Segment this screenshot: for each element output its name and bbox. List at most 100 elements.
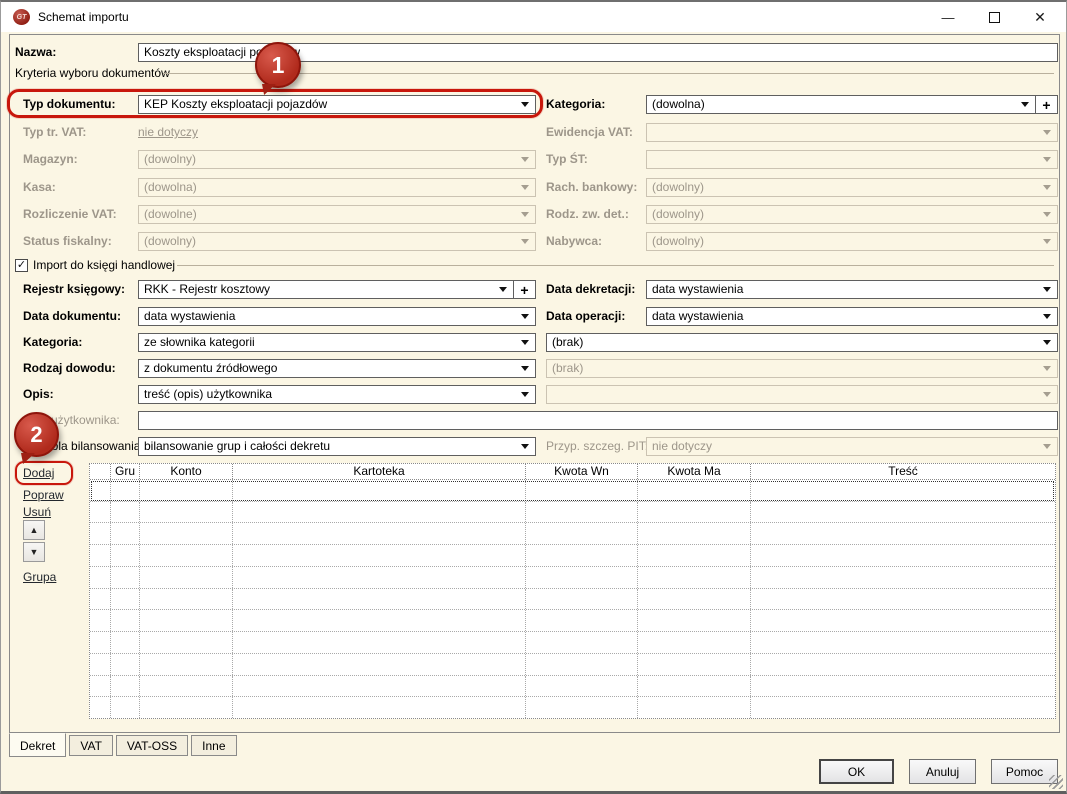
table-row[interactable]: [90, 523, 1055, 545]
kategoria-add-button[interactable]: +: [1035, 96, 1057, 113]
status-fiskalny-value: (dowolny): [139, 233, 521, 250]
app-logo-icon: GT: [13, 9, 30, 25]
move-down-button[interactable]: ▼: [23, 542, 45, 562]
chevron-down-icon: [1043, 314, 1051, 319]
kontrola-bilansowania-combobox[interactable]: bilansowanie grup i całości dekretu: [138, 437, 536, 456]
data-dokumentu-combobox[interactable]: data wystawienia: [138, 307, 536, 326]
popraw-link[interactable]: Popraw: [23, 488, 64, 503]
nabywca-combobox: (dowolny): [646, 232, 1058, 251]
kryteria-section-label: Kryteria wyboru dokumentów: [15, 64, 170, 83]
kategoria-ks-label: Kategoria:: [23, 333, 82, 352]
highlight-rect-typ-dokumentu: [7, 89, 543, 118]
rozliczenie-vat-label: Rozliczenie VAT:: [23, 205, 117, 224]
table-row[interactable]: [90, 676, 1055, 698]
decree-table: Gru Konto Kartoteka Kwota Wn Kwota Ma Tr…: [89, 463, 1056, 719]
decree-table-body: [90, 480, 1055, 718]
tab-inne[interactable]: Inne: [191, 735, 236, 756]
data-dokumentu-value: data wystawienia: [139, 308, 521, 325]
down-arrow-icon: ▼: [30, 547, 39, 557]
chevron-down-icon: [1043, 157, 1051, 162]
chevron-down-icon: [521, 212, 529, 217]
kategoria-ks-combobox[interactable]: ze słownika kategorii: [138, 333, 536, 352]
table-row[interactable]: [90, 610, 1055, 632]
chevron-down-icon: [521, 340, 529, 345]
chevron-down-icon: [521, 185, 529, 190]
tab-vat-oss[interactable]: VAT-OSS: [116, 735, 188, 756]
data-operacji-value: data wystawienia: [647, 308, 1043, 325]
magazyn-label: Magazyn:: [23, 150, 78, 169]
ok-button[interactable]: OK: [819, 759, 894, 784]
rodz-zw-det-combobox: (dowolny): [646, 205, 1058, 224]
data-dekretacji-combobox[interactable]: data wystawienia: [646, 280, 1058, 299]
col-header-kwota-ma: Kwota Ma: [638, 464, 751, 479]
chevron-down-icon: [1043, 366, 1051, 371]
rodzaj-brak-combobox: (brak): [546, 359, 1058, 378]
magazyn-combobox: (dowolny): [138, 150, 536, 169]
minimize-icon: —: [942, 10, 955, 25]
table-row[interactable]: [90, 567, 1055, 589]
resize-grip[interactable]: [1049, 775, 1063, 789]
col-header-konto: Konto: [140, 464, 233, 479]
table-row[interactable]: [90, 545, 1055, 567]
schemat-importu-dialog: GT Schemat importu — ✕ Nazwa: Koszty eks…: [0, 0, 1067, 794]
tab-dekret[interactable]: Dekret: [9, 733, 66, 757]
chevron-down-icon: [521, 314, 529, 319]
data-dekretacji-label: Data dekretacji:: [546, 280, 635, 299]
data-operacji-combobox[interactable]: data wystawienia: [646, 307, 1058, 326]
nabywca-label: Nabywca:: [546, 232, 602, 251]
przyp-pit-value: nie dotyczy: [647, 438, 1043, 455]
rejestr-ksiegowy-combobox[interactable]: RKK - Rejestr kosztowy +: [138, 280, 536, 299]
rach-bankowy-combobox: (dowolny): [646, 178, 1058, 197]
minimize-button[interactable]: —: [927, 2, 969, 32]
kategoria-brak-value: (brak): [547, 334, 1043, 351]
chevron-down-icon: [1043, 287, 1051, 292]
chevron-down-icon: [1021, 102, 1029, 107]
typ-tr-vat-link[interactable]: nie dotyczy: [138, 125, 198, 140]
opis-combobox[interactable]: treść (opis) użytkownika: [138, 385, 536, 404]
table-row[interactable]: [90, 480, 1055, 502]
opis-label: Opis:: [23, 385, 54, 404]
table-row[interactable]: [90, 654, 1055, 676]
pomoc-button[interactable]: Pomoc: [991, 759, 1058, 784]
grupa-link[interactable]: Grupa: [23, 570, 56, 585]
kasa-label: Kasa:: [23, 178, 56, 197]
up-arrow-icon: ▲: [30, 525, 39, 535]
tab-vat[interactable]: VAT: [69, 735, 113, 756]
table-row[interactable]: [90, 697, 1055, 718]
chevron-down-icon: [1043, 185, 1051, 190]
maximize-icon: [989, 12, 1000, 23]
step-2-badge: 2: [14, 412, 59, 457]
chevron-down-icon: [521, 366, 529, 371]
import-ksiega-checkbox[interactable]: ✓: [15, 259, 28, 272]
chevron-down-icon: [521, 239, 529, 244]
move-up-button[interactable]: ▲: [23, 520, 45, 540]
table-row[interactable]: [90, 502, 1055, 524]
rejestr-ksiegowy-value: RKK - Rejestr kosztowy: [139, 281, 499, 298]
anuluj-button[interactable]: Anuluj: [909, 759, 976, 784]
opis-value: treść (opis) użytkownika: [139, 386, 521, 403]
nabywca-value: (dowolny): [647, 233, 1043, 250]
typ-st-label: Typ ŚT:: [546, 150, 588, 169]
maximize-button[interactable]: [973, 2, 1015, 32]
kontrola-bilansowania-value: bilansowanie grup i całości dekretu: [139, 438, 521, 455]
status-fiskalny-combobox: (dowolny): [138, 232, 536, 251]
rejestr-add-button[interactable]: +: [513, 281, 535, 298]
check-icon: ✓: [17, 259, 26, 271]
rodzaj-dowodu-combobox[interactable]: z dokumentu źródłowego: [138, 359, 536, 378]
close-button[interactable]: ✕: [1019, 2, 1061, 32]
rach-bankowy-label: Rach. bankowy:: [546, 178, 637, 197]
rach-bankowy-value: (dowolny): [647, 179, 1043, 196]
table-row[interactable]: [90, 589, 1055, 611]
chevron-down-icon: [1043, 212, 1051, 217]
status-fiskalny-label: Status fiskalny:: [23, 232, 112, 251]
rodz-zw-det-label: Rodz. zw. det.:: [546, 205, 629, 224]
table-row[interactable]: [90, 632, 1055, 654]
kategoria-dok-value: (dowolna): [647, 96, 1021, 113]
col-header-tresc: Treść: [751, 464, 1055, 479]
col-header-kartoteka: Kartoteka: [233, 464, 526, 479]
usun-link[interactable]: Usuń: [23, 505, 51, 520]
kategoria-brak-combobox[interactable]: (brak): [546, 333, 1058, 352]
opis-uzytkownika-input[interactable]: [138, 411, 1058, 430]
chevron-down-icon: [521, 392, 529, 397]
kategoria-dok-combobox[interactable]: (dowolna) +: [646, 95, 1058, 114]
